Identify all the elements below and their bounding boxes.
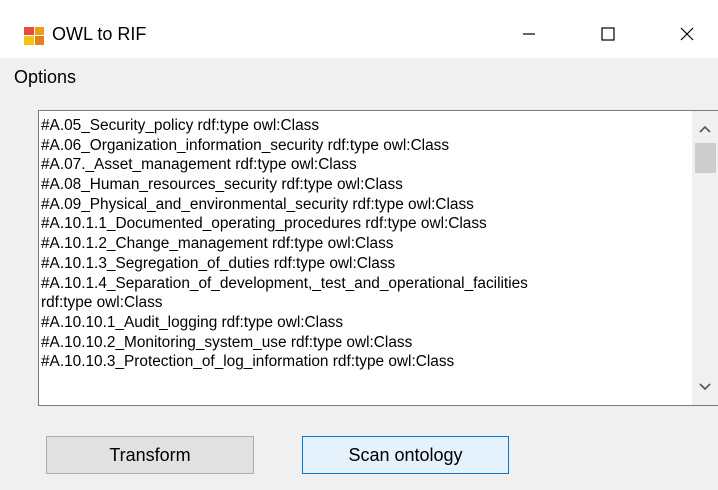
scrollbar-thumb[interactable] xyxy=(695,143,716,173)
output-line: rdf:type owl:Class xyxy=(41,294,163,312)
scroll-down-button[interactable] xyxy=(692,375,718,399)
chevron-up-icon xyxy=(699,125,711,133)
title-bar[interactable]: OWL to RIF xyxy=(0,0,718,58)
output-line: #A.10.10.2_Monitoring_system_use rdf:typ… xyxy=(41,333,413,351)
scroll-up-button[interactable] xyxy=(692,117,718,141)
output-line: #A.07._Asset_management rdf:type owl:Cla… xyxy=(41,156,357,174)
output-line: #A.10.1.2_Change_management rdf:type owl… xyxy=(41,235,394,253)
output-line: #A.06_Organization_information_security … xyxy=(41,136,450,154)
menu-item-options[interactable]: Options xyxy=(14,67,76,88)
output-line: #A.10.1.3_Segregation_of_duties rdf:type… xyxy=(41,254,396,272)
output-line: #A.05_Security_policy rdf:type owl:Class xyxy=(41,117,320,134)
output-line: #A.10.10.1_Audit_logging rdf:type owl:Cl… xyxy=(41,313,344,331)
transform-button[interactable]: Transform xyxy=(46,436,254,474)
output-lines: #A.05_Security_policy rdf:type owl:Class… xyxy=(41,116,692,372)
app-window-icon xyxy=(24,27,44,45)
scan-ontology-button[interactable]: Scan ontology xyxy=(302,436,509,474)
close-button[interactable] xyxy=(664,14,710,54)
minimize-icon xyxy=(523,33,535,35)
output-line: #A.08_Human_resources_security rdf:type … xyxy=(41,176,403,194)
output-line: #A.10.1.4_Separation_of_development,_tes… xyxy=(41,274,528,292)
menu-bar: Options xyxy=(0,58,718,98)
chevron-down-icon xyxy=(699,383,711,391)
close-icon xyxy=(680,27,694,41)
maximize-icon xyxy=(601,27,615,41)
output-line: #A.10.1.1_Documented_operating_procedure… xyxy=(41,215,487,233)
output-line: #A.10.10.3_Protection_of_log_information… xyxy=(41,353,455,371)
vertical-scrollbar[interactable] xyxy=(692,111,718,405)
minimize-button[interactable] xyxy=(506,14,552,54)
output-textarea[interactable]: #A.05_Security_policy rdf:type owl:Class… xyxy=(38,110,718,406)
window-title: OWL to RIF xyxy=(52,24,147,44)
maximize-button[interactable] xyxy=(585,14,631,54)
output-line: #A.09_Physical_and_environmental_securit… xyxy=(41,195,474,213)
